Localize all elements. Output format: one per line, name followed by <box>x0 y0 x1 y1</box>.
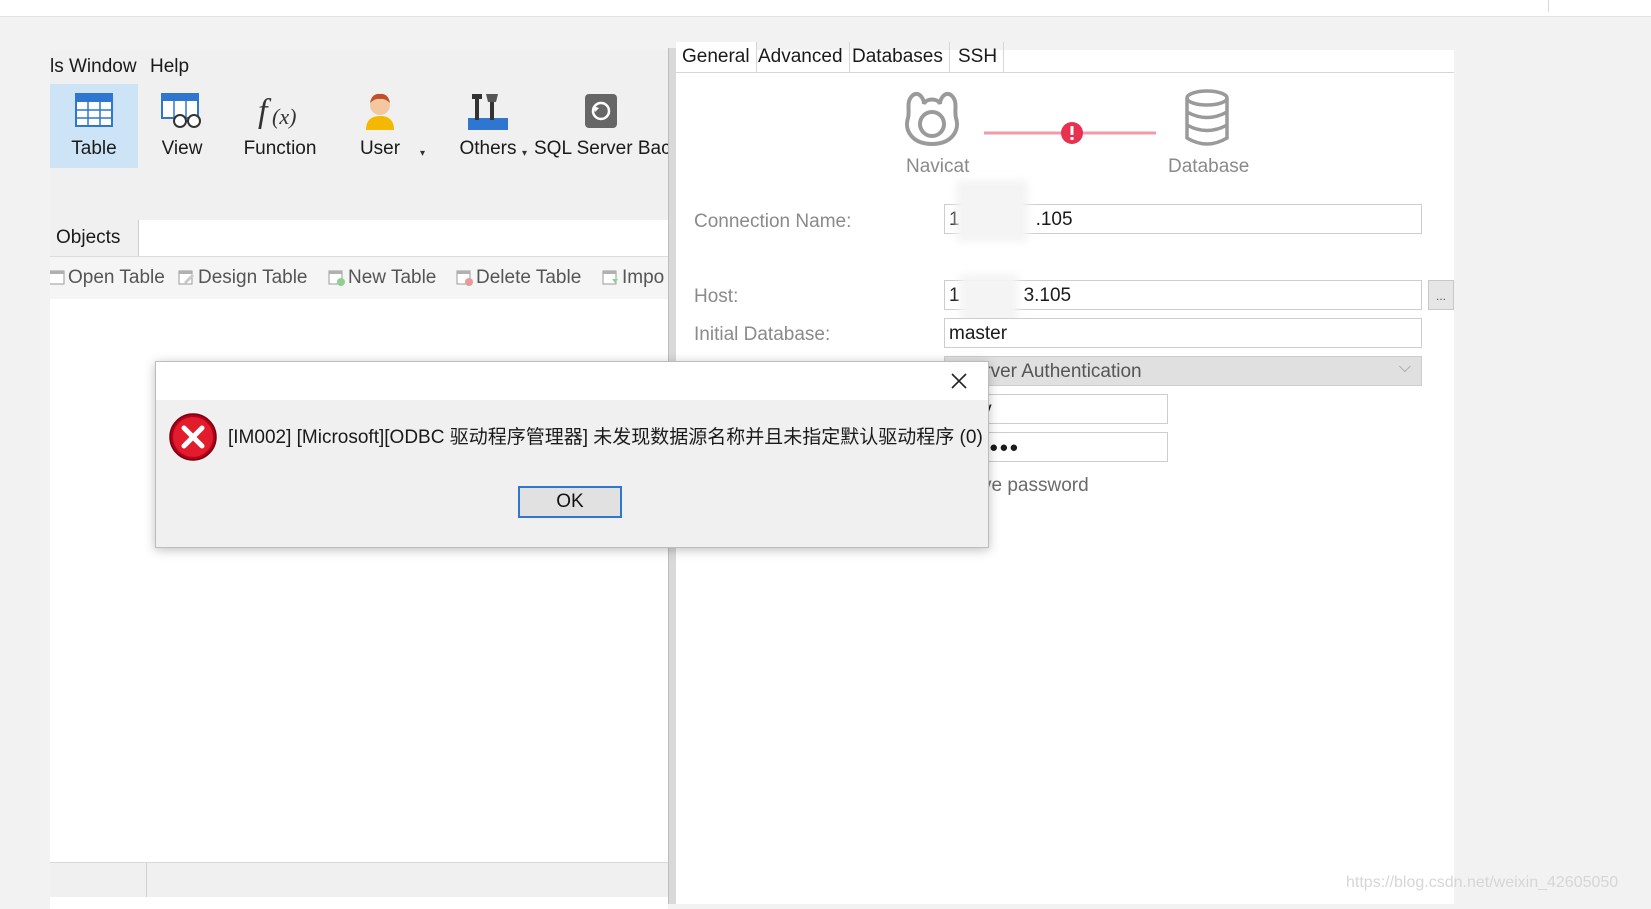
error-icon <box>169 413 217 461</box>
connection-status-line <box>984 122 1156 144</box>
backup-icon <box>585 94 617 128</box>
tab-general[interactable]: General <box>676 42 757 72</box>
user-icon <box>366 93 394 130</box>
tab-advanced[interactable]: Advanced <box>752 42 850 72</box>
others-dropdown-arrow-icon[interactable]: ▾ <box>522 148 527 159</box>
status-bar <box>50 862 668 897</box>
watermark: https://blog.csdn.net/weixin_42605050 <box>1346 874 1619 891</box>
function-button-label: Function <box>243 138 317 159</box>
objects-bar: Objects <box>50 220 668 257</box>
table-icon <box>75 93 113 127</box>
import-icon <box>602 270 618 285</box>
svg-text:(x): (x) <box>272 104 296 129</box>
connection-tabs: General Advanced Databases SSH <box>676 42 1454 73</box>
tab-databases[interactable]: Databases <box>846 42 950 72</box>
initial-database-label: Initial Database: <box>694 324 831 345</box>
others-button[interactable]: Others <box>442 84 534 168</box>
table-button-label: Table <box>71 138 117 159</box>
navicat-label: Navicat <box>906 156 970 177</box>
user-dropdown-arrow-icon[interactable]: ▾ <box>420 148 425 159</box>
view-button-label: View <box>161 138 203 159</box>
svg-text:f: f <box>258 93 272 130</box>
main-toolbar: Table View f (x) Function User ▾ Others … <box>50 84 668 221</box>
objects-tab[interactable]: Objects <box>50 220 139 256</box>
function-button[interactable]: f (x) Function <box>230 84 330 168</box>
error-dialog-titlebar <box>156 362 988 400</box>
new-table-button[interactable]: New Table <box>348 267 436 289</box>
design-table-icon <box>178 270 194 285</box>
function-icon: f (x) <box>258 93 296 130</box>
database-label: Database <box>1168 156 1250 177</box>
save-password-label[interactable]: ve password <box>982 475 1089 497</box>
menu-bar: ls Window Help <box>50 50 668 84</box>
open-table-icon <box>50 270 65 285</box>
import-wizard-button[interactable]: Impo <box>622 267 664 289</box>
close-icon[interactable] <box>942 364 976 398</box>
menu-window[interactable]: Window <box>69 56 137 78</box>
chevron-down-icon: ⌵ <box>1398 359 1411 376</box>
initial-database-input[interactable]: master <box>944 318 1422 348</box>
tools-icon <box>468 94 508 130</box>
others-button-label: Others <box>459 138 517 159</box>
open-table-button[interactable]: Open Table <box>68 267 165 289</box>
table-button[interactable]: Table <box>50 84 138 168</box>
navicat-logo-icon <box>905 91 959 147</box>
browse-host-button[interactable]: ... <box>1428 280 1454 310</box>
error-dialog: [IM002] [Microsoft][ODBC 驱动程序管理器] 未发现数据源… <box>155 361 989 548</box>
delete-table-button[interactable]: Delete Table <box>476 267 581 289</box>
connection-name-label: Connection Name: <box>694 211 852 232</box>
view-button[interactable]: View <box>142 84 222 168</box>
error-message: [IM002] [Microsoft][ODBC 驱动程序管理器] 未发现数据源… <box>228 427 983 448</box>
tab-ssh[interactable]: SSH <box>952 42 1005 72</box>
menu-tools[interactable]: ls <box>50 56 64 78</box>
ok-button[interactable]: OK <box>518 486 622 518</box>
host-label: Host: <box>694 286 739 307</box>
database-icon <box>1185 89 1229 146</box>
new-table-icon <box>328 270 345 286</box>
menu-help[interactable]: Help <box>150 56 189 78</box>
sql-server-backup-button[interactable]: SQL Server Bac <box>534 84 668 168</box>
object-toolbar: Open Table Design Table New Table Delete… <box>50 257 668 299</box>
sql-server-backup-label: SQL Server Bac <box>534 138 668 159</box>
top-strip <box>0 0 1651 17</box>
delete-table-icon <box>456 270 473 286</box>
user-button-label: User <box>359 138 401 159</box>
view-icon <box>161 93 201 128</box>
user-button[interactable]: User <box>340 84 420 168</box>
authentication-select[interactable]: Server Authentication ⌵ <box>944 356 1422 386</box>
design-table-button[interactable]: Design Table <box>198 267 308 289</box>
